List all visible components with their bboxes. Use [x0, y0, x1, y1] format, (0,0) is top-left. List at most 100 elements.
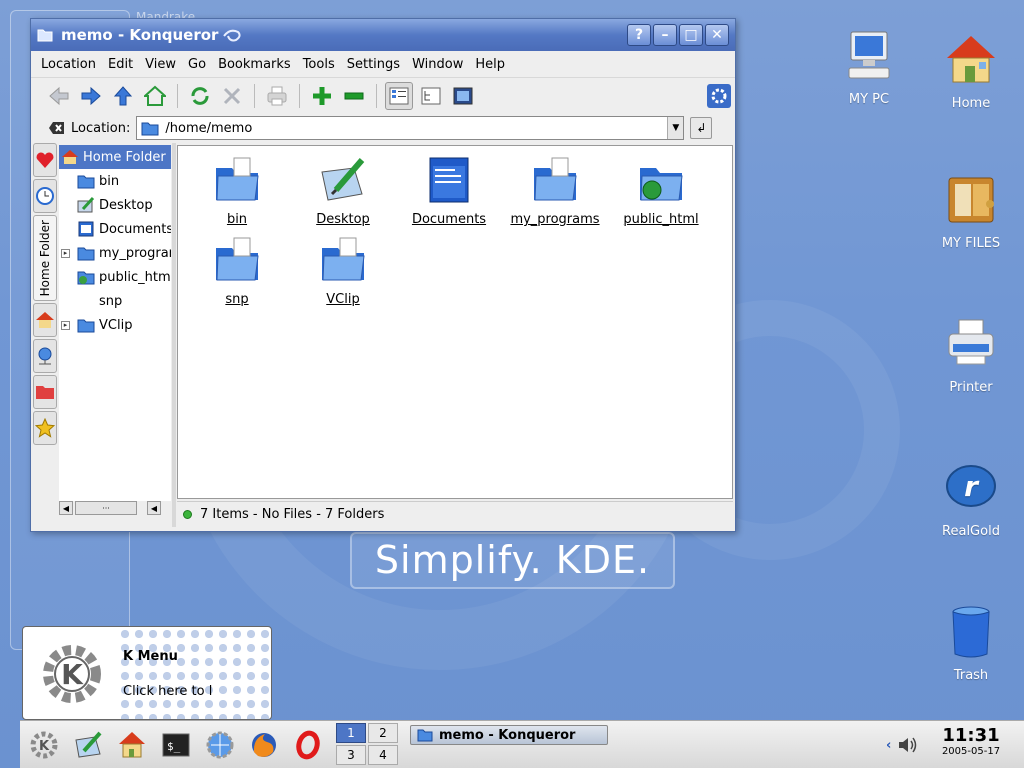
desktop-icon-printer[interactable]: Printer: [926, 316, 1016, 395]
folder-icon: [216, 157, 259, 201]
tree-view-button[interactable]: [417, 82, 445, 110]
menu-tools[interactable]: Tools: [297, 57, 341, 72]
icon-view-icon: [389, 87, 409, 104]
document-icon: [429, 157, 469, 203]
file-item-bin[interactable]: bin: [184, 156, 290, 227]
menu-help[interactable]: Help: [469, 57, 511, 72]
file-item-public-html[interactable]: public_html: [608, 156, 714, 227]
forward-button[interactable]: [77, 82, 105, 110]
desktop-icon-my-pc[interactable]: MY PC: [824, 28, 914, 107]
menu-settings[interactable]: Settings: [341, 57, 406, 72]
menu-bookmarks[interactable]: Bookmarks: [212, 57, 297, 72]
sidebar-tab-home[interactable]: [33, 303, 57, 337]
stop-button[interactable]: [218, 82, 246, 110]
menu-view[interactable]: View: [139, 57, 182, 72]
icon-view-button[interactable]: [385, 81, 413, 110]
arrow-left-icon: [49, 86, 69, 105]
desktop-icon-realgold[interactable]: r RealGold: [926, 460, 1016, 539]
file-name: my_programs: [510, 212, 600, 227]
pager-desktop-3[interactable]: 3: [336, 745, 366, 765]
file-item-documents[interactable]: Documents: [396, 156, 502, 227]
file-name: snp: [225, 292, 249, 307]
sidebar-tab-folders[interactable]: [33, 375, 57, 409]
reload-button[interactable]: [186, 82, 214, 110]
scroll-thumb[interactable]: ···: [75, 501, 137, 515]
location-dropdown-button[interactable]: ▼: [667, 117, 684, 139]
pager-desktop-4[interactable]: 4: [368, 745, 398, 765]
tree-item-my-programs[interactable]: ▸ my_programs: [59, 241, 171, 265]
menu-edit[interactable]: Edit: [102, 57, 139, 72]
tree-item-desktop[interactable]: Desktop: [59, 193, 171, 217]
clock-date: 2005-05-17: [941, 746, 1001, 757]
up-button[interactable]: [109, 82, 137, 110]
maximize-button[interactable]: □: [679, 24, 703, 46]
firefox-launcher[interactable]: [246, 727, 282, 763]
sidebar-tab-history[interactable]: [33, 179, 57, 213]
clear-location-icon[interactable]: [49, 121, 65, 135]
konqueror-launcher[interactable]: [202, 727, 238, 763]
desktop-icon-my-files[interactable]: MY FILES: [926, 172, 1016, 251]
tree-item-label: bin: [99, 173, 120, 189]
desktop-icon-trash[interactable]: Trash: [926, 604, 1016, 683]
sidebar-tab-services[interactable]: [33, 411, 57, 445]
folder-icon: [77, 247, 95, 261]
minimize-button[interactable]: –: [653, 24, 677, 46]
back-button[interactable]: [45, 82, 73, 110]
close-button[interactable]: ✕: [705, 24, 729, 46]
window-titlebar[interactable]: memo - Konqueror ? – □ ✕: [31, 19, 735, 51]
arrow-right-icon: [81, 86, 101, 105]
desktop-icon-home[interactable]: Home: [926, 32, 1016, 111]
house-icon: [62, 150, 78, 164]
volume-icon[interactable]: [897, 735, 919, 755]
kde-gear-icon: K: [30, 731, 58, 759]
file-item-snp[interactable]: snp: [184, 236, 290, 307]
zoom-out-button[interactable]: [340, 82, 368, 110]
tree-item-label: Desktop: [99, 197, 153, 213]
sidebar-tab-home-folder[interactable]: Home Folder: [33, 215, 57, 301]
print-button[interactable]: [263, 82, 291, 110]
tree-horizontal-scrollbar[interactable]: ◀ ··· ◀: [59, 501, 171, 517]
kmenu-button[interactable]: K: [26, 727, 62, 763]
taskbar-task-konqueror[interactable]: memo - Konqueror: [410, 725, 608, 745]
file-item-vclip[interactable]: VClip: [290, 236, 396, 307]
expand-toggle[interactable]: ▸: [61, 320, 70, 330]
pager-desktop-1[interactable]: 1: [336, 723, 366, 743]
location-field[interactable]: ▼: [136, 116, 685, 140]
tree-item-documents[interactable]: Documents: [59, 217, 171, 241]
red-folder-icon: [36, 386, 54, 399]
menu-location[interactable]: Location: [35, 57, 102, 72]
pager-desktop-2[interactable]: 2: [368, 723, 398, 743]
tree-item-bin[interactable]: bin: [59, 169, 171, 193]
file-item-my-programs[interactable]: my_programs: [502, 156, 608, 227]
help-button[interactable]: ?: [627, 24, 651, 46]
tree-item-home-folder[interactable]: Home Folder: [59, 145, 171, 169]
home-launcher[interactable]: [114, 727, 150, 763]
menu-window[interactable]: Window: [406, 57, 469, 72]
scroll-left-button[interactable]: ◀: [147, 501, 161, 515]
gear-icon: [707, 83, 731, 108]
expand-toggle[interactable]: ▸: [61, 248, 70, 258]
opera-launcher[interactable]: [290, 727, 326, 763]
task-label: memo - Konqueror: [439, 727, 576, 743]
location-input[interactable]: [165, 120, 666, 136]
taskbar: K $_ 1 2 3 4 memo - Konqueror ‹ 11:31 20…: [20, 720, 1024, 768]
preview-button[interactable]: [449, 82, 477, 110]
menu-go[interactable]: Go: [182, 57, 212, 72]
tray-collapse-icon[interactable]: ‹: [886, 738, 891, 753]
home-icon: [144, 85, 166, 106]
tree-item-snp[interactable]: snp: [59, 289, 171, 313]
sidebar-tab-network[interactable]: [33, 339, 57, 373]
home-button[interactable]: [141, 82, 169, 110]
sidebar-tab-bookmarks[interactable]: [33, 143, 57, 177]
desktop-launcher[interactable]: [70, 727, 106, 763]
tree-item-vclip[interactable]: ▸ VClip: [59, 313, 171, 337]
terminal-launcher[interactable]: $_: [158, 727, 194, 763]
zoom-in-button[interactable]: [308, 82, 336, 110]
go-button[interactable]: ↲: [690, 117, 713, 139]
clock[interactable]: 11:31 2005-05-17: [936, 725, 1006, 757]
panel-splitter[interactable]: [172, 143, 176, 527]
file-item-desktop[interactable]: Desktop: [290, 156, 396, 227]
tree-item-public-html[interactable]: public_html: [59, 265, 171, 289]
konqueror-gear-button[interactable]: [705, 82, 733, 110]
scroll-left-button[interactable]: ◀: [59, 501, 73, 515]
